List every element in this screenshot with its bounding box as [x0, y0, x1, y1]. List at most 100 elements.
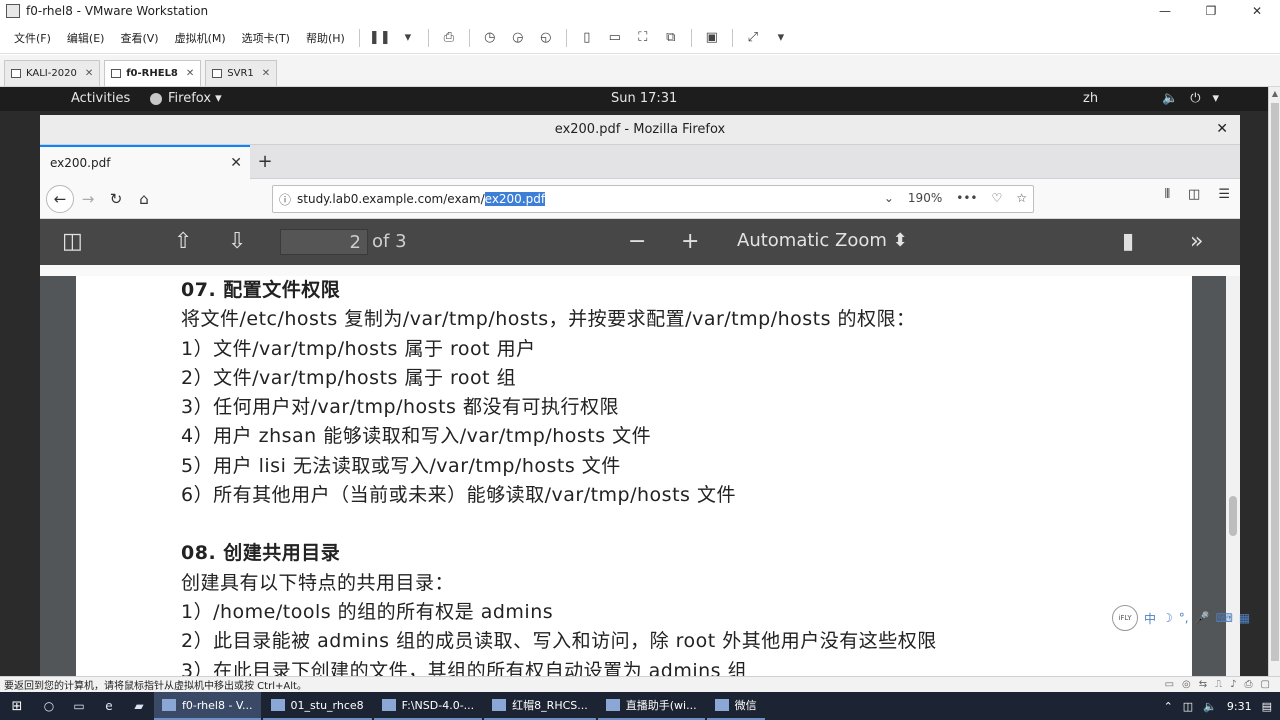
taskbar-item[interactable]: 直播助手(wi...	[597, 692, 705, 720]
thumbnail-view-icon[interactable]: ▭	[604, 28, 626, 48]
clock[interactable]: Sun 17:31	[611, 91, 677, 106]
windows-start-icon[interactable]: ⊞	[0, 692, 34, 720]
taskbar-item[interactable]: F:\NSD-4.0-...	[373, 692, 483, 720]
punctuation-icon[interactable]: °,	[1179, 611, 1189, 625]
reload-button[interactable]: ↻	[102, 185, 130, 213]
usb-icon[interactable]: ⎍	[1215, 679, 1222, 690]
grid-icon[interactable]: ▦	[1239, 611, 1250, 625]
tray-clock[interactable]: 9:31	[1227, 700, 1252, 713]
info-icon[interactable]: ⓘ	[273, 191, 297, 208]
app-menu[interactable]: Firefox ▾	[150, 91, 222, 106]
menu-tabs[interactable]: 选项卡(T)	[234, 30, 298, 46]
zoom-out-icon[interactable]: −	[628, 229, 646, 254]
revert-snapshot-icon[interactable]: ◶	[507, 28, 529, 48]
taskbar-item[interactable]: 红帽8_RHCS...	[484, 692, 596, 720]
snapshot-icon[interactable]: ◷	[479, 28, 501, 48]
library-icon[interactable]: ⫴	[1165, 187, 1170, 202]
task-view-icon[interactable]: ▭	[64, 692, 94, 720]
close-icon[interactable]: ✕	[262, 68, 270, 79]
tools-menu-icon[interactable]: »	[1190, 229, 1203, 254]
pause-icon[interactable]: ❚❚	[369, 28, 391, 48]
scrollbar-thumb[interactable]	[1229, 496, 1237, 536]
page-actions-icon[interactable]: •••	[956, 191, 977, 205]
vm-tab-bar: KALI-2020 ✕ f0-RHEL8 ✕ SVR1 ✕	[0, 55, 1280, 87]
activities-button[interactable]: Activities	[71, 91, 130, 106]
dropdown-icon[interactable]: ▾	[397, 28, 419, 48]
system-menu[interactable]: 🔈 ⏻ ▾	[1162, 91, 1219, 106]
printer-icon[interactable]: ⎙	[1245, 679, 1253, 690]
notification-icon[interactable]: ▤	[1262, 700, 1272, 713]
zoom-in-icon[interactable]: +	[681, 229, 699, 254]
ime-toolbar: iFLY 中 ☽ °, 🎤 ⌨ ▦	[1112, 604, 1250, 632]
forward-button[interactable]: →	[74, 185, 102, 213]
vm-console-scrollbar[interactable]: ▲	[1268, 87, 1280, 676]
menu-vm[interactable]: 虚拟机(M)	[167, 30, 234, 46]
vm-tab-rhel8[interactable]: f0-RHEL8 ✕	[104, 60, 202, 86]
maximize-button[interactable]: ❐	[1188, 0, 1234, 22]
display-icon[interactable]: ▢	[1261, 679, 1270, 690]
volume-icon: 🔈	[1162, 91, 1179, 106]
pdf-viewer[interactable]: 07. 配置文件权限 将文件/etc/hosts 复制为/var/tmp/hos…	[40, 276, 1240, 687]
close-icon[interactable]: ✕	[186, 68, 194, 79]
menu-edit[interactable]: 编辑(E)	[59, 30, 113, 46]
close-icon[interactable]: ✕	[85, 68, 93, 79]
scrollbar-thumb[interactable]	[1271, 103, 1279, 661]
page-number-input[interactable]: 2	[280, 229, 368, 255]
vm-tab-kali[interactable]: KALI-2020 ✕	[4, 60, 101, 86]
tray-chevron-icon[interactable]: ⌃	[1164, 700, 1173, 713]
chevron-down-icon[interactable]: ⌄	[884, 191, 894, 205]
library-view-icon[interactable]: ▯	[576, 28, 598, 48]
sound-icon[interactable]: ♪	[1230, 679, 1236, 690]
bookmark-star-icon[interactable]: ☆	[1016, 191, 1027, 205]
moon-icon[interactable]: ☽	[1162, 611, 1173, 625]
hamburger-menu-icon[interactable]: ☰	[1218, 187, 1230, 202]
taskbar-item[interactable]: 微信	[706, 692, 765, 720]
tab-ex200[interactable]: ex200.pdf ✕	[40, 144, 250, 179]
close-icon[interactable]: ✕	[230, 155, 242, 171]
send-ctrl-alt-del-icon[interactable]: ⎙	[438, 28, 460, 48]
search-icon[interactable]: ○	[34, 692, 64, 720]
pocket-icon[interactable]: ♡	[991, 191, 1002, 205]
explorer-icon[interactable]: ▰	[124, 692, 154, 720]
keyboard-icon[interactable]: ⌨	[1216, 611, 1233, 625]
volume-icon[interactable]: 🔈	[1203, 700, 1217, 713]
sidebar-toggle-icon[interactable]: ◫	[62, 229, 83, 254]
taskbar-item[interactable]: f0-rhel8 - V...	[154, 692, 261, 720]
zoom-select[interactable]: Automatic Zoom ⬍	[737, 230, 908, 251]
scroll-up-icon[interactable]: ▲	[1269, 87, 1280, 99]
next-page-icon[interactable]: ⇩	[228, 229, 246, 254]
back-button[interactable]: ←	[46, 184, 74, 213]
input-method-indicator[interactable]: zh	[1083, 91, 1098, 106]
menu-help[interactable]: 帮助(H)	[298, 30, 353, 46]
close-button[interactable]: ✕	[1234, 0, 1280, 22]
disk-icon[interactable]: ▭	[1165, 679, 1174, 690]
stretch-icon[interactable]: ⤢	[742, 28, 764, 48]
previous-page-icon[interactable]: ⇧	[174, 229, 192, 254]
vm-tab-svr1[interactable]: SVR1 ✕	[205, 60, 278, 86]
network-icon[interactable]: ⇆	[1199, 679, 1207, 690]
full-screen-icon[interactable]: ⛶	[632, 28, 654, 48]
url-text[interactable]: study.lab0.example.com/exam/ex200.pdf	[297, 192, 546, 206]
ime-mode[interactable]: 中	[1144, 610, 1156, 627]
snapshot-manager-icon[interactable]: ◵	[535, 28, 557, 48]
home-button[interactable]: ⌂	[130, 185, 158, 213]
zoom-indicator[interactable]: 190%	[908, 191, 942, 205]
taskbar-item[interactable]: 01_stu_rhce8	[262, 692, 372, 720]
edge-icon[interactable]: e	[94, 692, 124, 720]
network-icon[interactable]: ◫	[1183, 700, 1193, 713]
stretch-dropdown-icon[interactable]: ▾	[770, 28, 792, 48]
cd-icon[interactable]: ◎	[1182, 679, 1191, 690]
guest-screen[interactable]: Activities Firefox ▾ Sun 17:31 zh 🔈 ⏻ ▾ …	[0, 87, 1280, 687]
menu-view[interactable]: 查看(V)	[112, 30, 166, 46]
url-bar[interactable]: ⓘ study.lab0.example.com/exam/ex200.pdf …	[272, 185, 1034, 213]
unity-icon[interactable]: ⧉	[660, 28, 682, 48]
minimize-button[interactable]: —	[1142, 0, 1188, 22]
new-tab-button[interactable]: +	[250, 145, 280, 179]
menu-file[interactable]: 文件(F)	[6, 30, 59, 46]
bookmark-icon[interactable]: ▮	[1122, 229, 1134, 254]
sidebar-icon[interactable]: ◫	[1188, 187, 1200, 202]
close-icon[interactable]: ✕	[1216, 121, 1228, 137]
microphone-icon[interactable]: 🎤	[1195, 611, 1210, 625]
console-view-icon[interactable]: ▣	[701, 28, 723, 48]
ifly-logo[interactable]: iFLY	[1112, 605, 1138, 631]
